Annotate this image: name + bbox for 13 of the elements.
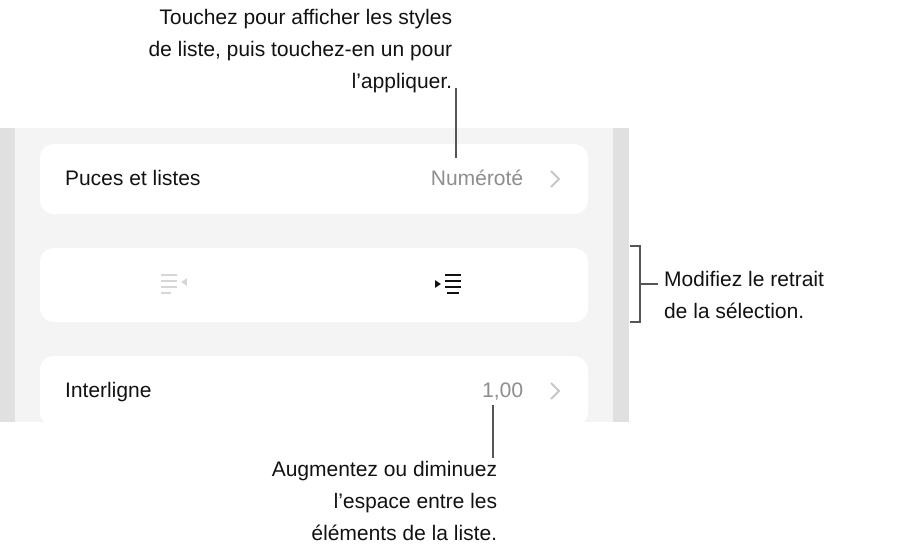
row-value: Numéroté <box>430 167 523 191</box>
chevron-right-icon <box>549 169 561 189</box>
row-label: Puces et listes <box>65 167 202 191</box>
row-label: Interligne <box>65 379 152 403</box>
list-style-row[interactable]: Puces et listes Numéroté <box>40 144 588 214</box>
callout-text: Augmentez ou diminuez l’espace entre les éléments de la liste. <box>270 457 497 547</box>
line-spacing-row[interactable]: Interligne 1,00 <box>40 356 588 422</box>
leader-line <box>492 405 494 458</box>
callout-text: Modifiez le retrait de la sélection. <box>664 267 825 325</box>
callout-text: Touchez pour afficher les styles de liste, puis touchez-en un pour l’appliquer. <box>147 5 452 95</box>
chevron-right-icon <box>549 381 561 401</box>
row-value: 1,00 <box>482 379 523 403</box>
leader-line <box>455 88 457 158</box>
